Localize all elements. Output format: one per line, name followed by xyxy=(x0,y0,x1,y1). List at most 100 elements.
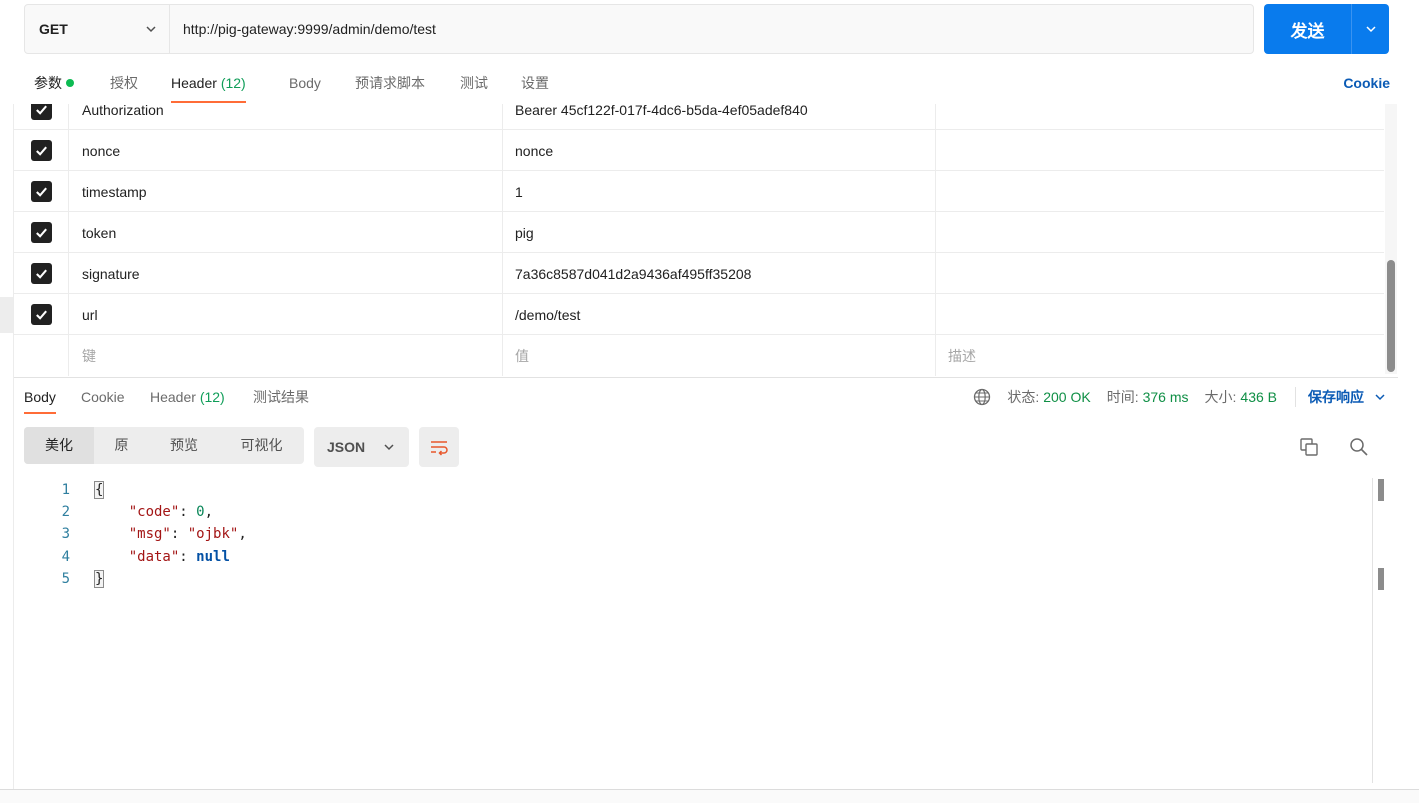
tab-header-count: (12) xyxy=(220,75,246,91)
row-checkbox[interactable] xyxy=(30,222,52,243)
header-value-cell[interactable]: nonce xyxy=(503,130,936,171)
row-checkbox-cell xyxy=(14,212,69,253)
header-key-cell[interactable]: signature xyxy=(69,253,503,294)
format-select[interactable]: JSON xyxy=(314,427,409,467)
copy-icon[interactable] xyxy=(1298,436,1320,458)
row-checkbox[interactable] xyxy=(30,140,52,161)
header-key-cell[interactable]: Authorization xyxy=(69,104,503,130)
new-header-value-input[interactable]: 值 xyxy=(503,335,936,376)
status-label: 状态: xyxy=(1007,389,1040,405)
response-tab-cookie[interactable]: Cookie xyxy=(81,378,125,416)
url-input[interactable]: http://pig-gateway:9999/admin/demo/test xyxy=(170,5,1253,53)
json-key: "msg" xyxy=(128,526,171,542)
response-tab-header[interactable]: Header (12) xyxy=(150,378,225,416)
tab-settings[interactable]: 设置 xyxy=(521,62,549,104)
send-button[interactable]: 发送 xyxy=(1264,4,1389,54)
json-value: 0 xyxy=(196,504,205,520)
headers-table: Authorization Bearer 45cf122f-017f-4dc6-… xyxy=(14,104,1384,377)
search-icon[interactable] xyxy=(1348,436,1370,458)
row-checkbox[interactable] xyxy=(30,304,52,325)
header-row: Authorization Bearer 45cf122f-017f-4dc6-… xyxy=(14,104,1384,130)
new-header-key-input[interactable]: 键 xyxy=(69,335,503,376)
chevron-down-icon xyxy=(1365,26,1376,33)
header-value-cell[interactable]: pig xyxy=(503,212,936,253)
save-response-button[interactable]: 保存响应 xyxy=(1295,387,1386,407)
wrap-lines-button[interactable] xyxy=(419,427,459,467)
row-checkbox[interactable] xyxy=(30,263,52,284)
code-line: 4 "data": null xyxy=(14,546,1370,568)
row-checkbox[interactable] xyxy=(30,181,52,202)
cookies-link[interactable]: Cookie xyxy=(1343,62,1390,104)
check-icon xyxy=(35,146,47,156)
send-label[interactable]: 发送 xyxy=(1264,4,1351,54)
header-row: url /demo/test xyxy=(14,294,1384,335)
method-select[interactable]: GET xyxy=(25,5,170,53)
method-label: GET xyxy=(39,21,68,37)
params-active-dot xyxy=(66,79,74,87)
code-text: "msg": "ojbk", xyxy=(128,526,247,542)
headers-scrollbar-thumb[interactable] xyxy=(1387,260,1395,372)
size-value[interactable]: 436 B xyxy=(1240,389,1277,405)
line-number: 3 xyxy=(61,526,70,542)
header-value-cell[interactable]: Bearer 45cf122f-017f-4dc6-b5da-4ef05adef… xyxy=(503,104,936,130)
headers-scrollbar[interactable] xyxy=(1385,104,1397,374)
tab-header[interactable]: Header (12) xyxy=(171,62,246,104)
tab-prerequest-script[interactable]: 预请求脚本 xyxy=(355,62,425,104)
url-text: http://pig-gateway:9999/admin/demo/test xyxy=(183,21,436,37)
json-comma: , xyxy=(238,526,247,542)
request-tabs: 参数 授权 Header (12) Body 预请求脚本 测试 设置 Cooki… xyxy=(24,62,1390,104)
header-row: timestamp 1 xyxy=(14,171,1384,212)
row-checkbox[interactable] xyxy=(30,104,52,120)
tab-body[interactable]: Body xyxy=(289,62,321,104)
format-label: JSON xyxy=(327,439,366,455)
new-header-description-input[interactable]: 描述 xyxy=(936,335,1384,376)
status-footer xyxy=(0,790,1419,803)
view-preview[interactable]: 预览 xyxy=(149,427,219,464)
bracket-match-marker xyxy=(1378,479,1384,501)
request-bar: GET http://pig-gateway:9999/admin/demo/t… xyxy=(24,4,1254,54)
status-value[interactable]: 200 OK xyxy=(1043,389,1090,405)
line-number: 1 xyxy=(61,482,70,498)
tab-params[interactable]: 参数 xyxy=(34,62,74,104)
header-description-cell[interactable] xyxy=(936,171,1384,212)
header-key-cell[interactable]: token xyxy=(69,212,503,253)
header-key-cell[interactable]: timestamp xyxy=(69,171,503,212)
header-description-cell[interactable] xyxy=(936,104,1384,130)
header-key-cell[interactable]: nonce xyxy=(69,130,503,171)
json-value: "ojbk" xyxy=(187,526,239,542)
header-row: token pig xyxy=(14,212,1384,253)
response-tab-header-label: Header xyxy=(150,389,196,405)
view-pretty[interactable]: 美化 xyxy=(24,427,94,464)
header-description-cell[interactable] xyxy=(936,253,1384,294)
response-tab-body[interactable]: Body xyxy=(24,378,56,416)
code-line: 1 { xyxy=(14,479,1370,501)
response-tab-test-results[interactable]: 测试结果 xyxy=(253,378,309,416)
row-checkbox-cell xyxy=(14,130,69,171)
time-value[interactable]: 376 ms xyxy=(1143,389,1189,405)
tab-auth[interactable]: 授权 xyxy=(110,62,138,104)
row-checkbox-cell xyxy=(14,171,69,212)
code-line: 5 } xyxy=(14,568,1370,590)
code-text: { xyxy=(93,479,105,501)
header-value-cell[interactable]: 1 xyxy=(503,171,936,212)
row-checkbox-cell xyxy=(14,253,69,294)
tab-tests[interactable]: 测试 xyxy=(460,62,488,104)
globe-icon[interactable] xyxy=(973,388,991,406)
time-label: 时间: xyxy=(1106,389,1139,405)
response-body-viewer[interactable]: 1 { 2 "code": 0, 3 "msg": "ojbk", 4 "dat… xyxy=(14,478,1370,783)
header-description-cell[interactable] xyxy=(936,130,1384,171)
code-line: 2 "code": 0, xyxy=(14,501,1370,523)
code-text: "code": 0, xyxy=(128,504,214,520)
wrap-lines-icon xyxy=(431,441,448,456)
header-description-cell[interactable] xyxy=(936,212,1384,253)
header-value-cell[interactable]: /demo/test xyxy=(503,294,936,335)
open-brace: { xyxy=(93,481,105,499)
header-key-cell[interactable]: url xyxy=(69,294,503,335)
view-visualize[interactable]: 可视化 xyxy=(219,427,304,464)
header-value-cell[interactable]: 7a36c8587d041d2a9436af495ff35208 xyxy=(503,253,936,294)
view-raw[interactable]: 原 xyxy=(94,427,149,464)
header-description-cell[interactable] xyxy=(936,294,1384,335)
bracket-match-marker xyxy=(1378,568,1384,590)
send-options-button[interactable] xyxy=(1351,4,1389,54)
code-scrollbar-track[interactable] xyxy=(1372,478,1373,783)
